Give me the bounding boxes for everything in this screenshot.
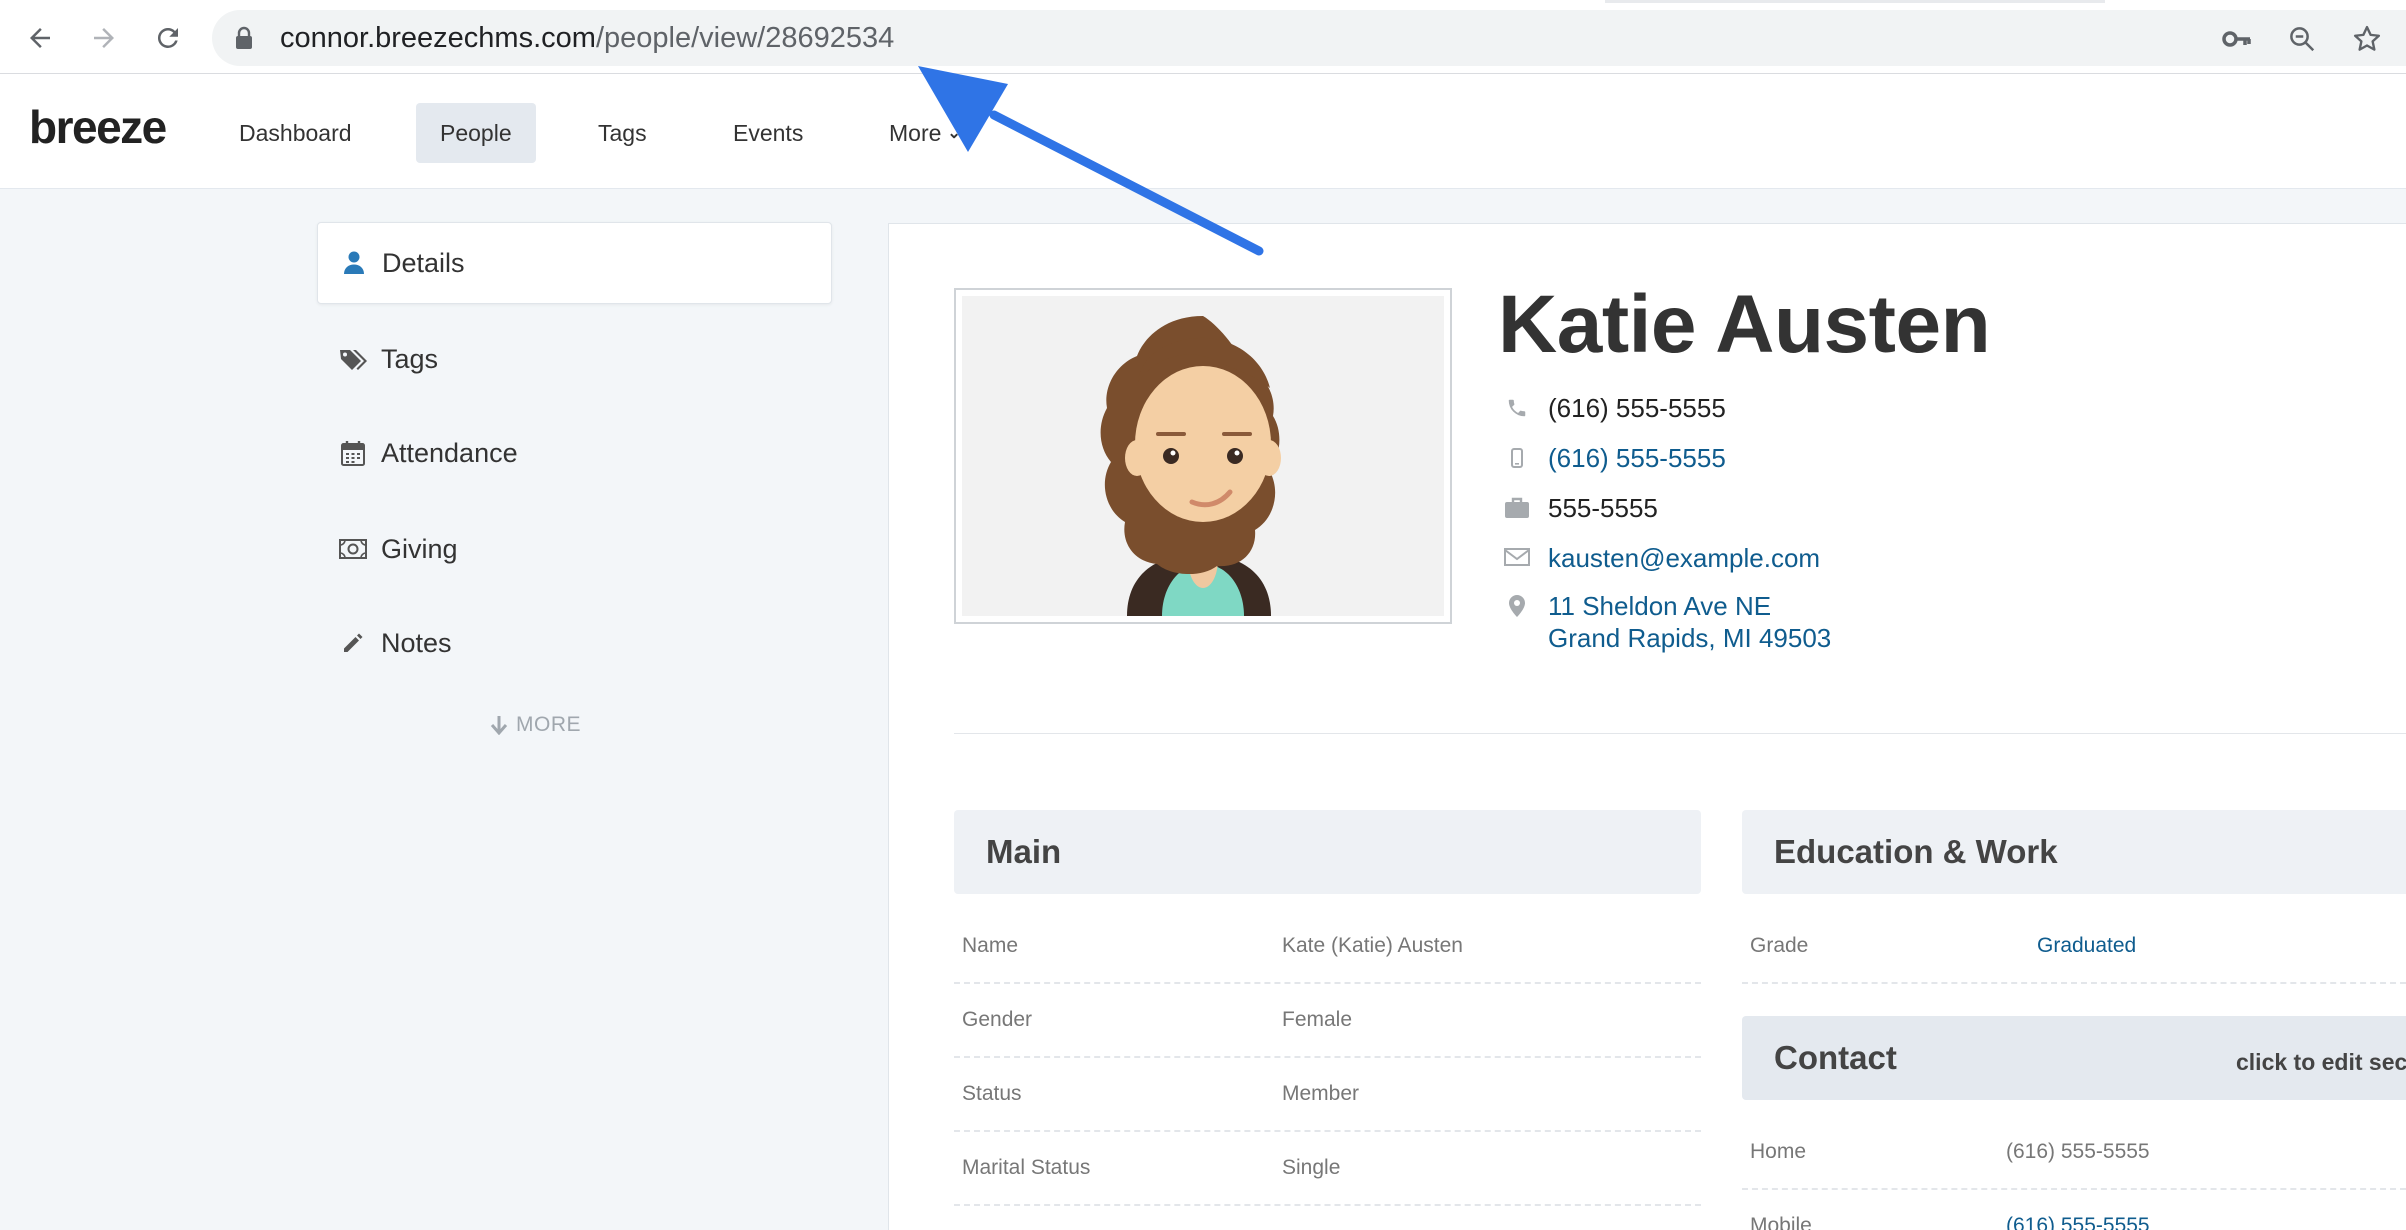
field-row-mobile[interactable]: Mobile (616) 555-5555 xyxy=(1742,1190,2406,1230)
nav-label: Tags xyxy=(598,119,647,146)
nav-tags[interactable]: Tags xyxy=(574,103,671,163)
email-link[interactable]: kausten@example.com xyxy=(1548,543,1820,574)
section-title: Education & Work xyxy=(1774,833,2058,870)
edit-section-hint[interactable]: click to edit sect xyxy=(2236,1049,2406,1076)
arrow-left-icon xyxy=(25,23,55,53)
mobile-icon xyxy=(1500,443,1534,469)
nav-more[interactable]: More ⌄ xyxy=(865,103,985,163)
field-label: Mobile xyxy=(1750,1214,1812,1230)
field-row-gender[interactable]: Gender Female xyxy=(954,984,1701,1058)
field-value: Kate (Katie) Austen xyxy=(1282,934,1463,957)
home-phone-row: (616) 555-5555 xyxy=(1500,393,1726,424)
person-name: Katie Austen xyxy=(1498,279,1991,370)
nav-label: Events xyxy=(733,119,804,146)
sidebar-item-label: Details xyxy=(382,247,465,278)
sidebar-more-link[interactable]: MORE xyxy=(490,713,581,737)
lock-icon xyxy=(234,26,254,50)
address-line-1: 11 Sheldon Ave NE xyxy=(1548,591,1772,621)
address-bar[interactable]: connor.breezechms.com/people/view/286925… xyxy=(212,10,2406,66)
url-text: connor.breezechms.com/people/view/286925… xyxy=(280,22,894,55)
sidebar-item-notes[interactable]: Notes xyxy=(317,602,832,684)
sidebar-item-details[interactable]: Details xyxy=(317,222,832,304)
nav-events[interactable]: Events xyxy=(709,103,827,163)
url-path: /people/view/28692534 xyxy=(595,22,895,54)
reload-icon xyxy=(153,23,183,53)
mobile-phone-link[interactable]: (616) 555-5555 xyxy=(1548,443,1726,474)
arrow-right-icon xyxy=(89,23,119,53)
phone-icon xyxy=(1500,393,1534,419)
zoom-icon xyxy=(2287,24,2317,54)
browser-toolbar: connor.breezechms.com/people/view/286925… xyxy=(0,0,2406,74)
field-value: (616) 555-5555 xyxy=(2006,1214,2150,1230)
money-icon xyxy=(337,539,369,559)
section-title: Main xyxy=(986,833,1062,870)
field-value: (616) 555-5555 xyxy=(2006,1140,2150,1163)
sidebar-item-label: Notes xyxy=(381,627,452,658)
field-row-grade[interactable]: Grade Graduated xyxy=(1742,910,2406,984)
field-label: Home xyxy=(1750,1140,1807,1163)
reload-button[interactable] xyxy=(148,18,188,58)
avatar xyxy=(962,296,1444,616)
star-icon xyxy=(2352,24,2382,54)
profile-photo[interactable] xyxy=(954,288,1452,624)
field-row-name[interactable]: Name Kate (Katie) Austen xyxy=(954,910,1701,984)
zoom-button[interactable] xyxy=(2285,22,2319,56)
bookmark-button[interactable] xyxy=(2350,22,2384,56)
address-link[interactable]: 11 Sheldon Ave NE Grand Rapids, MI 49503 xyxy=(1548,590,1831,654)
nav-label: People xyxy=(440,119,512,146)
breeze-logo[interactable]: breeze xyxy=(29,100,167,154)
section-title: Contact xyxy=(1774,1039,1897,1076)
education-section-header[interactable]: Education & Work xyxy=(1742,810,2406,894)
back-button[interactable] xyxy=(20,18,60,58)
nav-people[interactable]: People xyxy=(416,103,536,163)
app-header: breeze Dashboard People Tags Events More… xyxy=(0,74,2406,189)
user-icon xyxy=(338,251,370,275)
chevron-down-icon: ⌄ xyxy=(947,125,961,142)
profile-divider xyxy=(954,733,2406,734)
envelope-icon xyxy=(1500,543,1534,567)
field-value: Female xyxy=(1282,1008,1353,1031)
tags-icon xyxy=(337,347,369,371)
nav-dashboard[interactable]: Dashboard xyxy=(215,103,376,163)
field-label: Marital Status xyxy=(962,1156,1091,1179)
sidebar-item-label: Tags xyxy=(381,343,439,374)
field-row-home[interactable]: Home (616) 555-5555 xyxy=(1742,1116,2406,1190)
field-value: Member xyxy=(1282,1082,1360,1105)
briefcase-icon xyxy=(1500,493,1534,519)
pencil-icon xyxy=(337,631,369,655)
work-phone-row: 555-5555 xyxy=(1500,493,1658,524)
email-row: kausten@example.com xyxy=(1500,543,1820,574)
field-row-marital-status[interactable]: Marital Status Single xyxy=(954,1132,1701,1206)
sidebar-item-label: Attendance xyxy=(381,437,518,468)
url-host: connor.breezechms.com xyxy=(280,22,596,54)
forward-button[interactable] xyxy=(84,18,124,58)
arrow-down-icon xyxy=(490,715,508,735)
key-icon xyxy=(2222,28,2252,50)
field-value: Single xyxy=(1282,1156,1341,1179)
tab-strip-edge xyxy=(1605,0,2105,3)
more-label: MORE xyxy=(516,713,581,736)
sidebar-item-label: Giving xyxy=(381,533,458,564)
sidebar-item-tags[interactable]: Tags xyxy=(317,318,832,400)
calendar-icon xyxy=(337,440,369,466)
sidebar-item-attendance[interactable]: Attendance xyxy=(317,412,832,494)
mobile-phone-row: (616) 555-5555 xyxy=(1500,443,1726,474)
field-label: Name xyxy=(962,934,1019,957)
work-phone-value: 555-5555 xyxy=(1548,493,1658,523)
field-row-status[interactable]: Status Member xyxy=(954,1058,1701,1132)
field-label: Grade xyxy=(1750,934,1809,957)
map-pin-icon xyxy=(1500,590,1534,618)
field-value: Graduated xyxy=(2037,934,2137,957)
sidebar-item-giving[interactable]: Giving xyxy=(317,508,832,590)
nav-label: More xyxy=(889,119,942,146)
home-phone-value: (616) 555-5555 xyxy=(1548,393,1726,423)
main-section-header[interactable]: Main xyxy=(954,810,1701,894)
field-label: Gender xyxy=(962,1008,1033,1031)
field-label: Status xyxy=(962,1082,1022,1105)
key-button[interactable] xyxy=(2220,22,2254,56)
address-row: 11 Sheldon Ave NE Grand Rapids, MI 49503 xyxy=(1500,590,1831,654)
address-line-2: Grand Rapids, MI 49503 xyxy=(1548,623,1832,653)
nav-label: Dashboard xyxy=(239,119,352,146)
